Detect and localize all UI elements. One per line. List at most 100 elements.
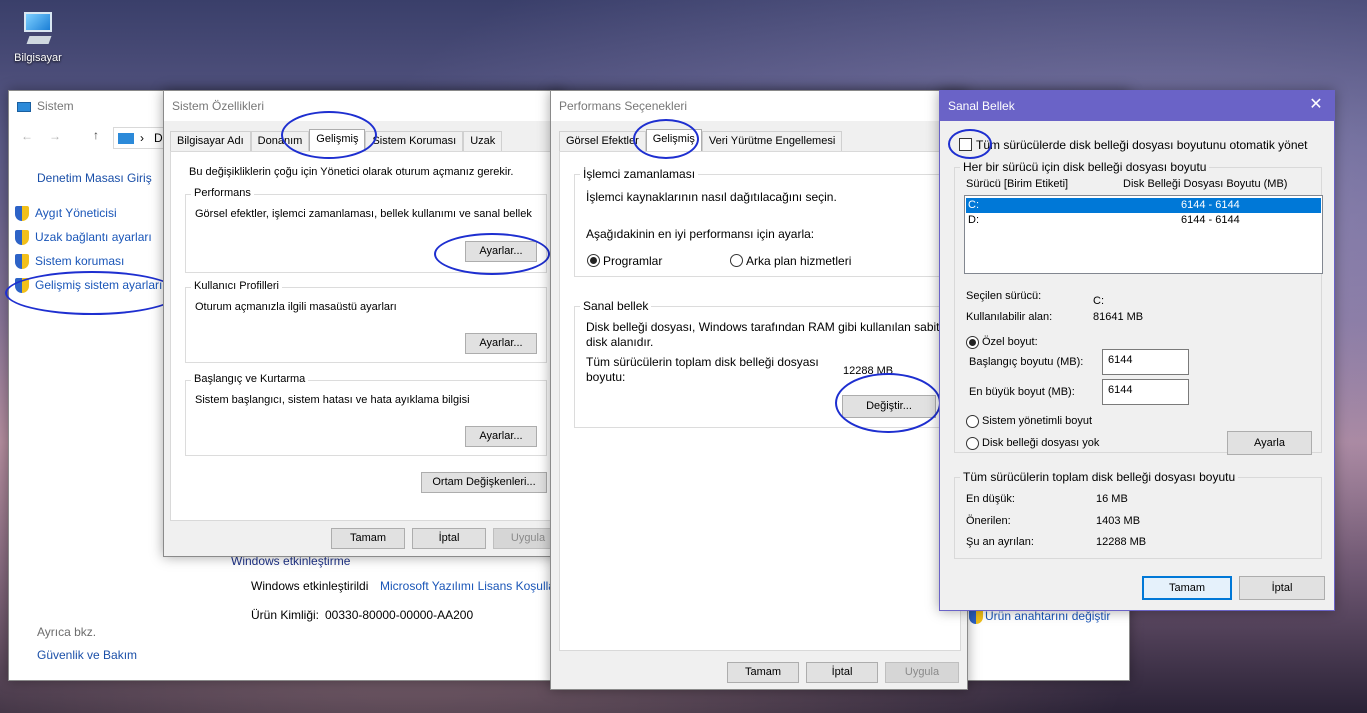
startup-recovery-settings-button[interactable]: Ayarlar...	[465, 426, 537, 447]
allocated-value: 12288 MB	[1096, 536, 1147, 548]
allocated-label: Şu an ayrılan:	[966, 536, 1034, 548]
address-monitor-icon	[118, 133, 134, 144]
address-chevron-icon: ›	[140, 131, 144, 145]
custom-size-label: Özel boyut:	[982, 336, 1038, 348]
see-also-heading: Ayrıca bkz.	[37, 625, 97, 639]
vm-ok-button[interactable]: Tamam	[1142, 576, 1232, 600]
background-services-label: Arka plan hizmetleri	[746, 254, 852, 268]
activated-text: Windows etkinleştirildi	[251, 579, 369, 593]
processor-scheduling-label: İşlemci zamanlaması	[580, 167, 699, 181]
system-protection-link[interactable]: Sistem koruması	[15, 254, 124, 270]
programs-label: Programlar	[603, 254, 663, 268]
sys-props-cancel-button[interactable]: İptal	[412, 528, 486, 549]
minimum-value: 16 MB	[1096, 493, 1128, 505]
sys-props-ok-button[interactable]: Tamam	[331, 528, 405, 549]
admin-note: Bu değişikliklerin çoğu için Yönetici ol…	[189, 166, 514, 178]
computer-icon	[18, 8, 58, 48]
startup-recovery-description: Sistem başlangıcı, sistem hatası ve hata…	[195, 394, 470, 406]
per-drive-label: Her bir sürücü için disk belleği dosyası…	[960, 160, 1210, 174]
programs-radio[interactable]	[587, 254, 600, 267]
max-size-input[interactable]: 6144	[1102, 379, 1189, 405]
vm-cancel-button[interactable]: İptal	[1239, 576, 1325, 600]
monitor-icon	[17, 101, 31, 112]
uac-shield-icon	[15, 254, 29, 270]
drive-column-header: Sürücü [Birim Etiketi]	[966, 178, 1069, 190]
available-space-label: Kullanılabilir alan:	[966, 311, 1053, 323]
environment-variables-button[interactable]: Ortam Değişkenleri...	[421, 472, 547, 493]
back-arrow-icon[interactable]: ←	[21, 129, 33, 143]
available-space-value: 81641 MB	[1093, 311, 1144, 323]
performance-options-titlebar: Performans Seçenekleri	[551, 91, 967, 121]
perf-cancel-button[interactable]: İptal	[806, 662, 878, 683]
processor-scheduling-description: İşlemci kaynaklarının nasıl dağıtılacağı…	[586, 190, 837, 204]
annotation-circle	[5, 271, 179, 315]
virtual-memory-label: Sanal bellek	[580, 299, 652, 313]
control-panel-home-link[interactable]: Denetim Masası Giriş	[37, 171, 152, 185]
selected-drive-value: C:	[1093, 295, 1104, 307]
set-button[interactable]: Ayarla	[1227, 431, 1312, 455]
user-profiles-group-label: Kullanıcı Profilleri	[191, 280, 282, 292]
forward-arrow-icon[interactable]: →	[49, 129, 61, 143]
performance-description: Görsel efektler, işlemci zamanlaması, be…	[195, 208, 532, 220]
change-product-key-link[interactable]: Ürün anahtarını değiştir	[969, 609, 1110, 625]
system-managed-radio[interactable]	[966, 415, 979, 428]
uac-shield-icon	[15, 230, 29, 246]
minimum-label: En düşük:	[966, 493, 1015, 505]
recommended-value: 1403 MB	[1096, 515, 1141, 527]
uac-shield-icon	[969, 609, 983, 625]
max-size-label: En büyük boyut (MB):	[969, 386, 1075, 398]
background-services-radio[interactable]	[730, 254, 743, 267]
annotation-circle	[948, 129, 992, 159]
drive-row-d[interactable]: D: 6144 - 6144	[966, 213, 1321, 228]
initial-size-label: Başlangıç boyutu (MB):	[969, 356, 1084, 368]
total-paging-label: Tüm sürücülerin toplam disk belleği dosy…	[586, 355, 819, 384]
close-icon[interactable]: ✕	[1308, 97, 1324, 113]
system-managed-label: Sistem yönetimli boyut	[982, 415, 1093, 427]
desktop-computer-icon[interactable]: Bilgisayar	[8, 8, 68, 64]
performance-group-label: Performans	[191, 187, 254, 199]
adjust-for-label: Aşağıdakinin en iyi performansı için aya…	[586, 227, 815, 241]
virtual-memory-description: Disk belleği dosyası, Windows tarafından…	[586, 320, 940, 349]
system-properties-advanced-pane: Bu değişikliklerin çoğu için Yönetici ol…	[170, 151, 558, 521]
security-maintenance-link[interactable]: Güvenlik ve Bakım	[37, 648, 137, 662]
user-profiles-settings-button[interactable]: Ayarlar...	[465, 333, 537, 354]
address-text: D	[154, 131, 163, 145]
tab-computer-name[interactable]: Bilgisayar Adı	[170, 131, 251, 151]
virtual-memory-dialog: Sanal Bellek ✕ Tüm sürücülerde disk bell…	[939, 90, 1335, 611]
no-paging-file-radio[interactable]	[966, 437, 979, 450]
desktop-icon-label: Bilgisayar	[14, 52, 62, 64]
drive-row-c[interactable]: C: 6144 - 6144	[966, 198, 1321, 213]
selected-drive-label: Seçilen sürücü:	[966, 290, 1042, 302]
remote-settings-link[interactable]: Uzak bağlantı ayarları	[15, 230, 152, 246]
device-manager-link[interactable]: Aygıt Yöneticisi	[15, 206, 117, 222]
startup-recovery-group-label: Başlangıç ve Kurtarma	[191, 373, 309, 385]
system-properties-dialog: Sistem Özellikleri Bilgisayar Adı Donanı…	[163, 90, 563, 557]
tab-system-protection[interactable]: Sistem Koruması	[365, 131, 464, 151]
license-terms-link[interactable]: Microsoft Yazılımı Lisans Koşulla	[380, 579, 555, 593]
system-properties-titlebar: Sistem Özellikleri	[164, 91, 562, 121]
user-profiles-description: Oturum açmanızla ilgili masaüstü ayarlar…	[195, 301, 397, 313]
annotation-circle	[281, 111, 377, 159]
tab-dep[interactable]: Veri Yürütme Engellemesi	[701, 131, 843, 151]
initial-size-input[interactable]: 6144	[1102, 349, 1189, 375]
virtual-memory-titlebar: Sanal Bellek	[940, 91, 1334, 121]
tab-remote[interactable]: Uzak	[463, 131, 503, 151]
product-id-value: 00330-80000-00000-AA200	[325, 608, 474, 622]
annotation-circle	[633, 119, 699, 159]
recommended-label: Önerilen:	[966, 515, 1011, 527]
drive-list[interactable]: C: 6144 - 6144 D: 6144 - 6144	[964, 195, 1323, 274]
performance-options-tabs: Görsel Efektler Gelişmiş Veri Yürütme En…	[559, 129, 843, 151]
annotation-circle	[835, 373, 941, 433]
size-column-header: Disk Belleği Dosyası Boyutu (MB)	[1123, 178, 1288, 190]
no-paging-file-label: Disk belleği dosyası yok	[982, 437, 1100, 449]
perf-apply-button[interactable]: Uygula	[885, 662, 959, 683]
up-arrow-icon[interactable]: ↑	[93, 128, 99, 142]
product-id-label: Ürün Kimliği:	[251, 608, 320, 622]
uac-shield-icon	[15, 206, 29, 222]
auto-manage-label: Tüm sürücülerde disk belleği dosyası boy…	[976, 138, 1308, 152]
annotation-circle	[434, 233, 550, 275]
custom-size-radio[interactable]	[966, 336, 979, 349]
system-window-title: Sistem	[37, 99, 74, 113]
totals-label: Tüm sürücülerin toplam disk belleği dosy…	[960, 470, 1239, 484]
perf-ok-button[interactable]: Tamam	[727, 662, 799, 683]
